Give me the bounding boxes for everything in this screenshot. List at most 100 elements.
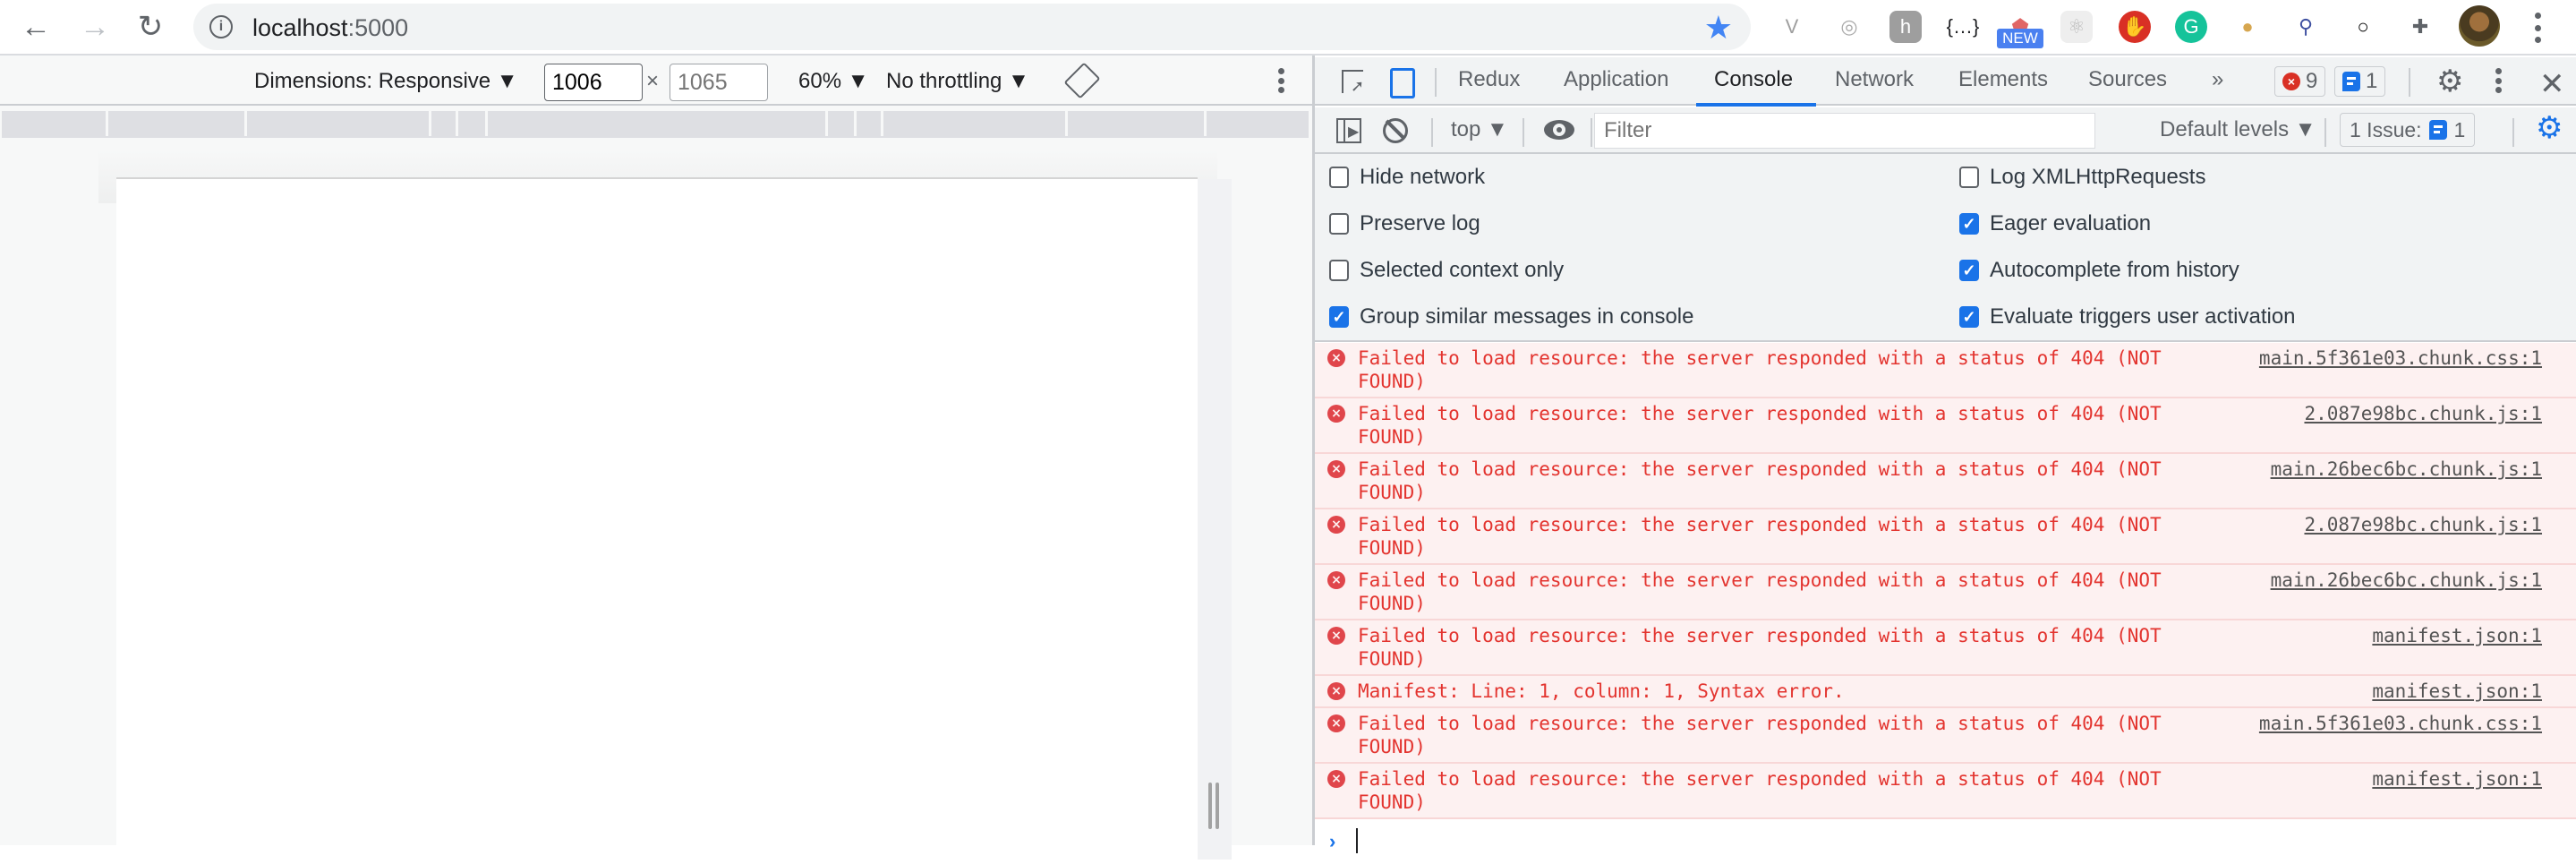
tab-sources[interactable]: Sources [2088,67,2167,92]
tab-console[interactable]: Console [1714,67,1793,92]
issues-count: 1 [2453,117,2466,141]
log-levels-dropdown[interactable]: Default levels ▼ [2160,117,2316,142]
vue-devtools-icon[interactable]: V [1776,11,1808,43]
setting-hide-network[interactable]: Hide network [1329,165,1485,190]
error-icon: × [1327,627,1345,645]
text-caret [1356,828,1358,853]
console-settings-gear-icon[interactable]: ⚙ [2536,113,2563,143]
throttling-dropdown[interactable]: No throttling ▼ [886,69,1029,94]
console-prompt[interactable]: › [1315,819,2576,864]
setting-log-xmlhttprequests[interactable]: Log XMLHttpRequests [1959,165,2205,190]
message-source-link[interactable]: manifest.json:1 [2372,767,2542,791]
live-expression-eye-icon[interactable] [1544,120,1574,140]
url-port: :5000 [347,14,409,41]
site-info-icon[interactable]: i [209,15,233,38]
message-text: Failed to load resource: the server resp… [1358,347,2162,392]
extensions-puzzle-icon[interactable]: ✚ [2404,11,2436,43]
profile-avatar[interactable] [2459,5,2500,47]
tab-network[interactable]: Network [1835,67,1914,92]
sidebar-toggle-icon[interactable]: ▶ [1336,118,1361,143]
device-toolbar-menu-button[interactable] [1276,68,1285,93]
address-bar[interactable]: i localhost:5000 ★ [193,4,1751,50]
message-source-link[interactable]: main.26bec6bc.chunk.js:1 [2271,458,2542,481]
console-filter-input[interactable] [1594,113,2095,149]
message-text: Failed to load resource: the server resp… [1358,569,2162,614]
dimensions-dropdown[interactable]: Dimensions: Responsive ▼ [254,69,518,94]
issues-button[interactable]: 1 Issue: 1 [2340,113,2476,147]
resize-handle[interactable] [1198,179,1232,860]
ionic-icon[interactable]: ◎ [1833,11,1865,43]
setting-eager-evaluation[interactable]: ✓ Eager evaluation [1959,211,2151,236]
checkbox[interactable] [1959,167,1979,188]
checkbox[interactable]: ✓ [1329,306,1349,328]
message-source-link[interactable]: manifest.json:1 [2372,680,2542,703]
json-formatter-icon[interactable]: {…} [1947,11,1980,43]
message-text: Failed to load resource: the server resp… [1358,458,2162,503]
message-source-link[interactable]: manifest.json:1 [2372,624,2542,647]
tab-application[interactable]: Application [1564,67,1668,92]
message-text: Failed to load resource: the server resp… [1358,713,2162,757]
devtools-menu-button[interactable] [2494,68,2503,93]
chrome-menu-button[interactable] [2533,13,2542,43]
url-host: localhost [252,14,348,41]
setting-label: Autocomplete from history [1990,258,2239,282]
device-emulation-pane: Dimensions: Responsive ▼ × 60% ▼ No thro… [0,56,1314,860]
checkbox[interactable] [1329,167,1349,188]
rotate-icon[interactable] [1063,62,1101,99]
setting-selected-context-only[interactable]: Selected context only [1329,258,1564,283]
media-query-bar[interactable] [2,111,1309,138]
zoom-dropdown[interactable]: 60% ▼ [798,69,868,94]
context-selector[interactable]: top ▼ [1451,117,1508,142]
inspect-element-icon[interactable]: ➚ [1342,70,1364,95]
circle-extension-icon[interactable]: ○ [2347,11,2379,43]
checkbox[interactable]: ✓ [1959,213,1979,235]
device-width-input[interactable] [544,64,643,101]
message-source-link[interactable]: 2.087e98bc.chunk.js:1 [2304,402,2542,425]
react-devtools-icon[interactable]: ⚛ [2060,11,2093,43]
bookmark-star-icon[interactable]: ★ [1704,9,1733,47]
setting-autocomplete-from-history[interactable]: ✓ Autocomplete from history [1959,258,2239,283]
device-height-input[interactable] [670,64,768,101]
message-source-link[interactable]: main.26bec6bc.chunk.js:1 [2271,569,2542,592]
error-icon: × [1327,770,1345,788]
console-message: × Failed to load resource: the server res… [1315,398,2576,454]
setting-preserve-log[interactable]: Preserve log [1329,211,1480,236]
settings-gear-icon[interactable]: ⚙ [2436,66,2463,97]
adblock-icon[interactable]: ✋ [2119,11,2151,43]
message-source-link[interactable]: 2.087e98bc.chunk.js:1 [2304,513,2542,536]
message-count: 1 [2366,69,2378,93]
close-devtools-icon[interactable]: ✕ [2539,66,2565,102]
message-text: Failed to load resource: the server resp… [1358,514,2162,559]
tab-redux[interactable]: Redux [1458,67,1520,92]
clear-console-icon[interactable] [1383,118,1408,143]
checkbox[interactable]: ✓ [1959,306,1979,328]
active-tab-underline [1696,103,1816,107]
devtools-panel: ➚ Redux Application Console Network Elements… [1315,56,2576,853]
tab-elements[interactable]: Elements [1958,67,2048,92]
console-toolbar: ▶ top ▼ Default levels ▼ 1 Issue: 1 ⚙ [1315,107,2576,154]
more-tabs-button[interactable]: » [2212,67,2223,92]
devtools-tab-bar: ➚ Redux Application Console Network Elements… [1315,57,2576,107]
checkbox[interactable] [1329,260,1349,281]
checkbox[interactable] [1329,213,1349,235]
setting-group-similar-messages-in-console[interactable]: ✓ Group similar messages in console [1329,304,1694,329]
message-source-link[interactable]: main.5f361e03.chunk.css:1 [2259,712,2542,735]
device-toggle-icon[interactable] [1390,68,1415,98]
message-source-link[interactable]: main.5f361e03.chunk.css:1 [2259,346,2542,370]
emulated-page-viewport[interactable] [116,177,1198,858]
setting-label: Log XMLHttpRequests [1990,165,2206,189]
hypothesis-icon[interactable]: h [1889,11,1922,43]
error-icon: × [1327,571,1345,589]
url-text[interactable]: localhost:5000 [252,14,408,42]
forward-button[interactable]: → [79,10,111,44]
console-message: × Manifest: Line: 1, column: 1, Syntax er… [1315,676,2576,708]
redux-devtools-icon[interactable]: ⚲ [2290,11,2322,43]
message-count-button[interactable]: 1 [2334,66,2386,97]
cookie-icon[interactable]: ● [2231,11,2264,43]
reload-button[interactable]: ↻ [134,10,166,44]
checkbox[interactable]: ✓ [1959,260,1979,281]
grammarly-icon[interactable]: G [2175,11,2207,43]
back-button[interactable]: ← [20,10,52,44]
error-count-button[interactable]: × 9 [2274,66,2326,97]
setting-evaluate-triggers-user-activation[interactable]: ✓ Evaluate triggers user activation [1959,304,2296,329]
